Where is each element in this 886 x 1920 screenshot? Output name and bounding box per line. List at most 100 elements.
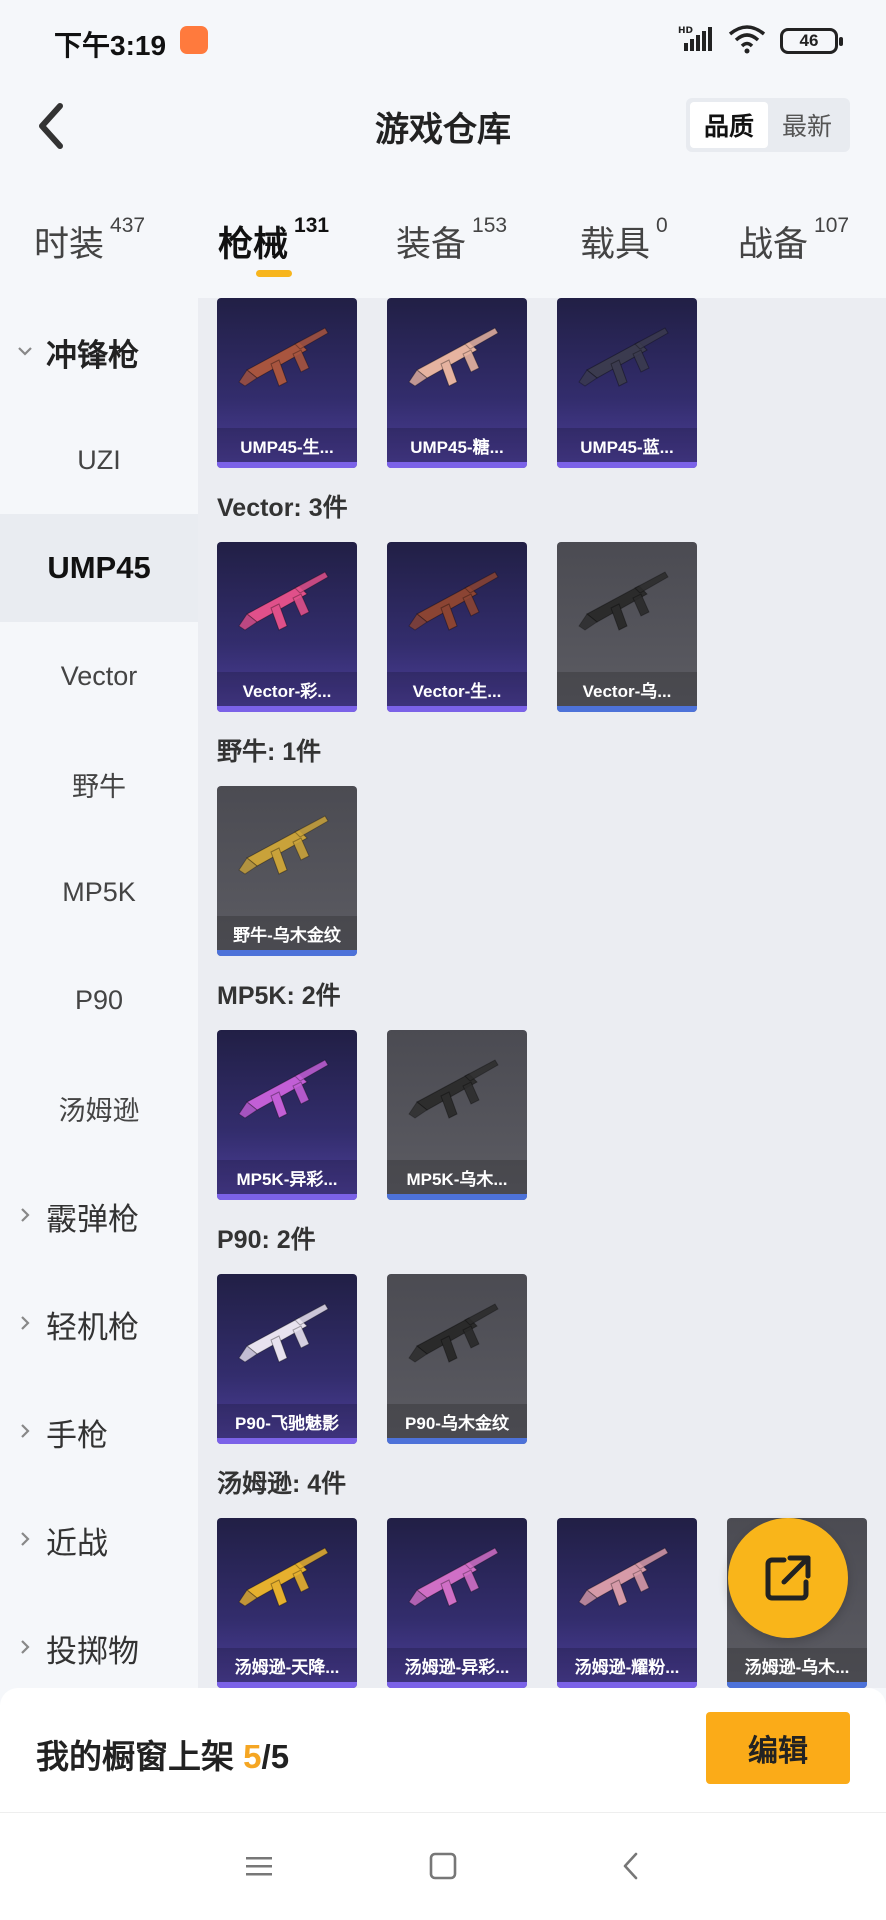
skin-card[interactable]: P90-乌木金纹 — [387, 1274, 527, 1444]
skin-card[interactable]: Vector-乌... — [557, 542, 697, 712]
skin-card[interactable]: Vector-生... — [387, 542, 527, 712]
rarity-stripe — [387, 462, 527, 468]
sort-option-quality[interactable]: 品质 — [689, 102, 768, 148]
chevron-right-icon — [21, 1424, 30, 1438]
skin-name: Vector-彩... — [217, 672, 357, 706]
showcase-max-count: 5 — [270, 1738, 290, 1775]
share-external-icon — [765, 1555, 811, 1601]
sort-toggle: 品质 最新 — [685, 98, 850, 152]
skin-name: 汤姆逊-乌木... — [727, 1648, 867, 1682]
rarity-stripe — [557, 706, 697, 712]
edit-button[interactable]: 编辑 — [706, 1712, 850, 1784]
skin-grid: UMP45-生... UMP45-糖... UMP45-蓝... Vector: 3件… — [198, 298, 886, 1688]
skin-name: MP5K-乌木... — [387, 1160, 527, 1194]
chevron-left-icon — [623, 1852, 638, 1880]
skin-name: UMP45-糖... — [387, 428, 527, 462]
sidebar-group-smg[interactable]: 冲锋枪 — [0, 298, 198, 406]
section-title: 汤姆逊: 4件 — [217, 1470, 347, 1498]
sidebar-group-pistol[interactable]: 手枪 — [0, 1378, 198, 1486]
gun-skin-icon — [578, 327, 669, 387]
sidebar-group-lmg[interactable]: 轻机枪 — [0, 1270, 198, 1378]
skin-card[interactable]: MP5K-异彩... — [217, 1030, 357, 1200]
chevron-right-icon — [21, 1532, 30, 1546]
svg-text:HD: HD — [678, 26, 693, 36]
sidebar-group-melee[interactable]: 近战 — [0, 1486, 198, 1594]
menu-button[interactable] — [234, 1841, 284, 1891]
gun-skin-icon — [578, 571, 669, 631]
skin-name: P90-乌木金纹 — [387, 1404, 527, 1438]
chevron-down-icon — [18, 347, 32, 356]
sort-option-newest[interactable]: 最新 — [768, 102, 846, 148]
skin-card[interactable]: MP5K-乌木... — [387, 1030, 527, 1200]
skin-name: MP5K-异彩... — [217, 1160, 357, 1194]
sidebar-group-throwable[interactable]: 投掷物 — [0, 1594, 198, 1702]
tab-guns[interactable]: 枪械 131 — [218, 214, 329, 267]
weapon-sidebar: 冲锋枪 UZI UMP45 Vector 野牛 MP5K P90 汤姆逊 霰弹枪… — [0, 298, 198, 1688]
menu-icon — [246, 1857, 272, 1876]
skin-name: 汤姆逊-耀粉... — [557, 1648, 697, 1682]
wifi-icon — [728, 24, 766, 59]
skin-name: Vector-乌... — [557, 672, 697, 706]
section-title: MP5K: 2件 — [217, 982, 341, 1010]
gun-skin-icon — [238, 327, 329, 387]
chevron-right-icon — [21, 1208, 30, 1222]
sidebar-item-p90[interactable]: P90 — [0, 946, 198, 1054]
skin-card[interactable]: UMP45-生... — [217, 298, 357, 468]
rarity-stripe — [217, 462, 357, 468]
sidebar-item-bizon[interactable]: 野牛 — [0, 730, 198, 838]
gun-skin-icon — [238, 1059, 329, 1119]
section-title: Vector: 3件 — [217, 494, 348, 522]
home-square-icon — [429, 1852, 457, 1880]
tab-vehicles[interactable]: 载具 0 — [580, 214, 668, 267]
status-bar: 下午3:19 HD 46 — [0, 0, 886, 80]
status-time: 下午3:19 — [54, 30, 167, 61]
skin-name: P90-飞驰魅影 — [217, 1404, 357, 1438]
gun-skin-icon — [238, 1303, 329, 1363]
home-button[interactable] — [418, 1841, 468, 1891]
sidebar-group-shotgun[interactable]: 霰弹枪 — [0, 1162, 198, 1270]
sidebar-item-uzi[interactable]: UZI — [0, 406, 198, 514]
rarity-stripe — [557, 462, 697, 468]
status-icons: HD 46 — [678, 24, 843, 59]
category-tabs: 时装 437 枪械 131 装备 153 载具 0 战备 107 — [0, 170, 886, 298]
gun-skin-icon — [408, 1547, 499, 1607]
skin-card[interactable]: 野牛-乌木金纹 — [217, 786, 357, 956]
skin-name: 野牛-乌木金纹 — [217, 916, 357, 950]
skin-card[interactable]: Vector-彩... — [217, 542, 357, 712]
rarity-stripe — [217, 950, 357, 956]
showcase-bar: 我的橱窗上架 5/5 编辑 — [0, 1688, 886, 1812]
gun-skin-icon — [408, 327, 499, 387]
gun-skin-icon — [578, 1547, 669, 1607]
skin-card[interactable]: UMP45-糖... — [387, 298, 527, 468]
share-fab[interactable] — [728, 1518, 848, 1638]
skin-name: 汤姆逊-天降... — [217, 1648, 357, 1682]
gun-skin-icon — [238, 1547, 329, 1607]
skin-name: UMP45-蓝... — [557, 428, 697, 462]
sidebar-item-mp5k[interactable]: MP5K — [0, 838, 198, 946]
sidebar-item-vector[interactable]: Vector — [0, 622, 198, 730]
skin-card[interactable]: UMP45-蓝... — [557, 298, 697, 468]
skin-name: Vector-生... — [387, 672, 527, 706]
tab-fashion[interactable]: 时装 437 — [34, 214, 145, 267]
sidebar-item-thompson[interactable]: 汤姆逊 — [0, 1054, 198, 1162]
gun-skin-icon — [408, 1059, 499, 1119]
showcase-count-label: 我的橱窗上架 5/5 — [36, 1738, 290, 1775]
skin-name: UMP45-生... — [217, 428, 357, 462]
header: 游戏仓库 品质 最新 — [0, 80, 886, 170]
rarity-stripe — [217, 1194, 357, 1200]
skin-card[interactable]: 汤姆逊-异彩... — [387, 1518, 527, 1688]
tab-equipment[interactable]: 装备 153 — [396, 214, 507, 267]
skin-card[interactable]: 汤姆逊-天降... — [217, 1518, 357, 1688]
active-tab-indicator — [256, 270, 292, 277]
skin-card[interactable]: P90-飞驰魅影 — [217, 1274, 357, 1444]
rarity-stripe — [217, 706, 357, 712]
system-back-button[interactable] — [606, 1841, 656, 1891]
skin-card[interactable]: 汤姆逊-耀粉... — [557, 1518, 697, 1688]
rarity-stripe — [387, 1194, 527, 1200]
skin-name: 汤姆逊-异彩... — [387, 1648, 527, 1682]
rarity-stripe — [387, 706, 527, 712]
app-notification-icon — [180, 26, 208, 54]
section-title: P90: 2件 — [217, 1226, 316, 1254]
sidebar-item-ump45[interactable]: UMP45 — [0, 514, 198, 622]
tab-supplies[interactable]: 战备 107 — [738, 214, 849, 267]
